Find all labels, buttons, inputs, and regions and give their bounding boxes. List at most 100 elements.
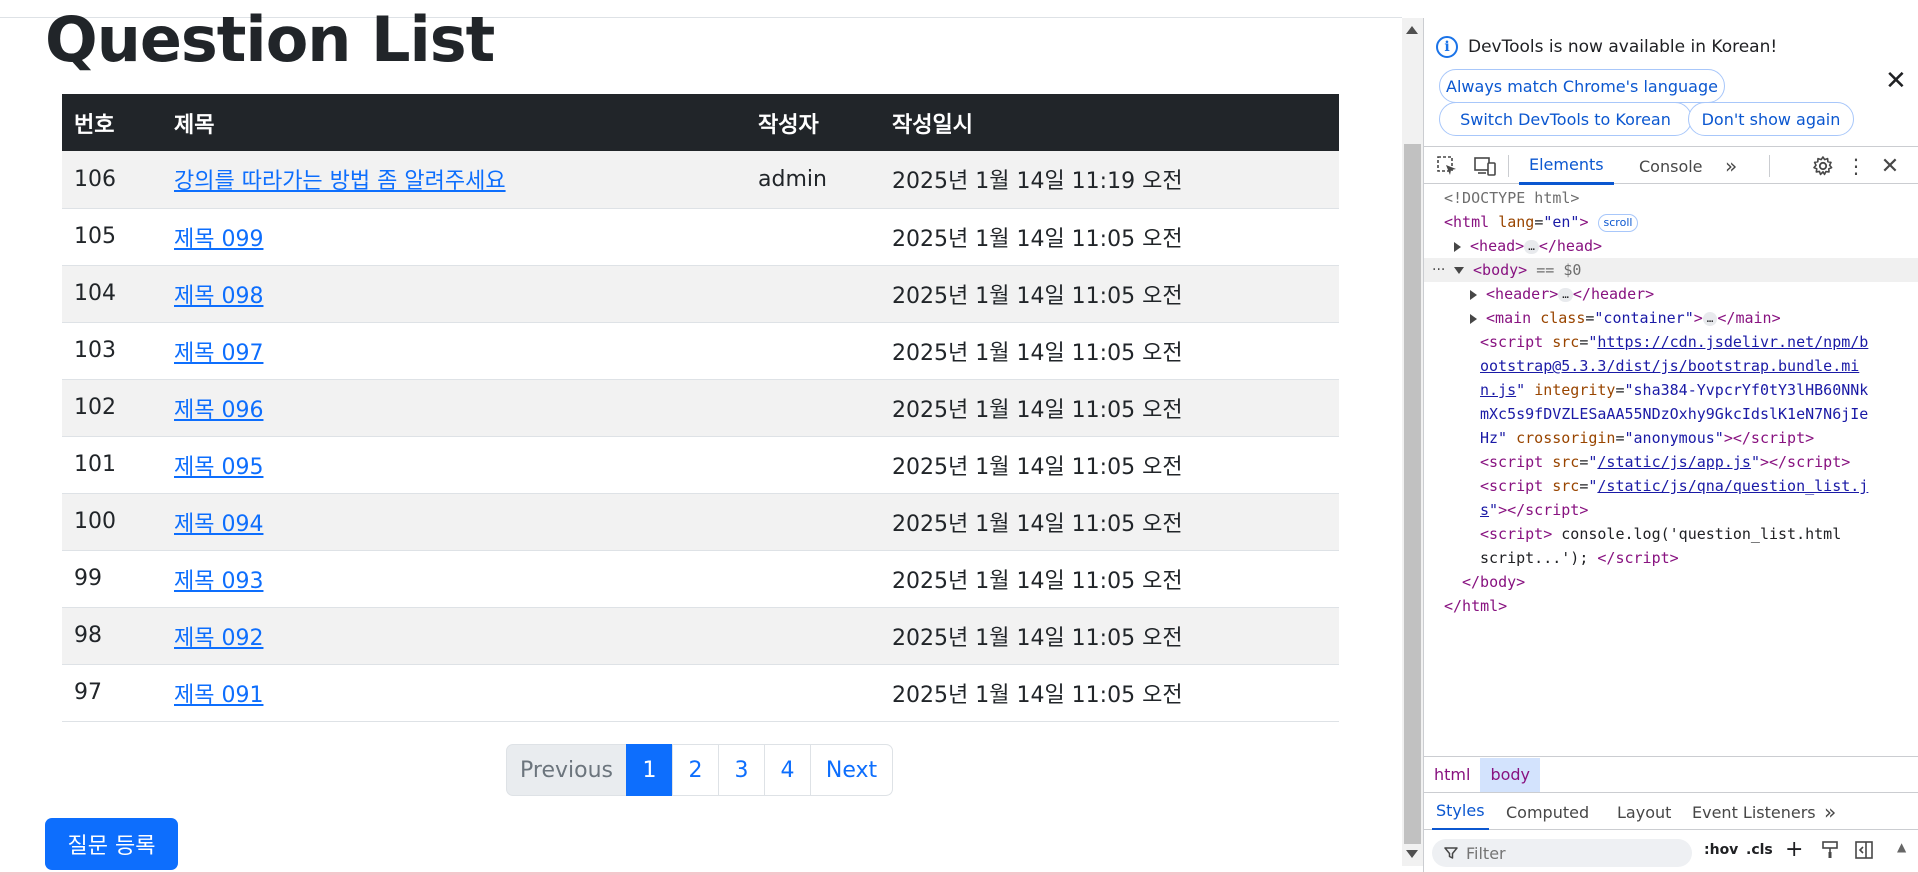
pagination-page-1[interactable]: 1	[626, 744, 673, 796]
more-tabs-icon[interactable]: »	[1719, 147, 1743, 185]
dom-html-close[interactable]: </html>	[1424, 594, 1918, 618]
collapse-triangle-icon[interactable]	[1454, 267, 1464, 274]
question-list-js-link[interactable]: /static/js/qna/question_list.j	[1597, 477, 1868, 495]
html-open-tag: <html	[1444, 213, 1490, 231]
pagination-page-3[interactable]: 3	[718, 744, 765, 796]
row-subject-cell: 제목 098	[162, 265, 746, 323]
row-date: 2025년 1월 14일 11:05 오전	[880, 436, 1339, 494]
pagination-previous[interactable]: Previous	[506, 744, 627, 796]
gear-svg	[1813, 156, 1833, 176]
scroll-badge[interactable]: scroll	[1597, 213, 1639, 232]
tab-event-listeners[interactable]: Event Listeners	[1692, 793, 1816, 831]
register-question-button[interactable]: 질문 등록	[45, 818, 178, 870]
row-number: 100	[62, 493, 162, 551]
dom-script-inline[interactable]: <script> console.log('question_list.html	[1424, 522, 1918, 546]
dom-script-bootstrap[interactable]: <script src="https://cdn.jsdelivr.net/np…	[1424, 330, 1918, 354]
pagination-page-2[interactable]: 2	[672, 744, 719, 796]
doctype-text: <!DOCTYPE html>	[1444, 189, 1580, 207]
row-date: 2025년 1월 14일 11:05 오전	[880, 379, 1339, 437]
bootstrap-src-link[interactable]: https://cdn.jsdelivr.net/npm/b	[1597, 333, 1868, 351]
scroll-up-arrow-icon[interactable]	[1406, 26, 1418, 34]
row-author	[746, 208, 880, 266]
question-link[interactable]: 제목 095	[174, 455, 263, 480]
dom-main-node[interactable]: <main class="container">… </main>	[1424, 306, 1918, 330]
breadcrumb-html[interactable]: html	[1424, 758, 1480, 792]
main-class-attr: class	[1540, 309, 1586, 327]
question-link[interactable]: 제목 096	[174, 398, 263, 423]
hover-state-toggle[interactable]: :hov	[1704, 842, 1738, 858]
dom-header-node[interactable]: <header>… </header>	[1424, 282, 1918, 306]
dom-body-node[interactable]: ··· <body> == $0	[1424, 258, 1918, 282]
dont-show-again-button[interactable]: Don't show again	[1688, 102, 1854, 136]
scrollbar-thumb[interactable]	[1404, 144, 1421, 844]
expand-triangle-icon[interactable]	[1470, 313, 1477, 324]
class-toggle[interactable]: .cls	[1746, 842, 1773, 858]
filter-funnel-icon	[1444, 847, 1458, 859]
tab-layout[interactable]: Layout	[1617, 793, 1671, 831]
switch-to-korean-button[interactable]: Switch DevTools to Korean	[1439, 102, 1692, 136]
expand-triangle-icon[interactable]	[1454, 241, 1461, 252]
device-toolbar-icon[interactable]	[1472, 147, 1498, 185]
styles-filter-input[interactable]	[1466, 843, 1656, 863]
header-author: 작성자	[746, 94, 880, 151]
inspect-svg	[1437, 156, 1456, 175]
always-match-language-button[interactable]: Always match Chrome's language	[1439, 69, 1725, 103]
pagination-page-4[interactable]: 4	[764, 744, 811, 796]
more-options-icon[interactable]: ⋮	[1844, 147, 1868, 185]
inspect-element-icon[interactable]	[1434, 147, 1460, 185]
question-link[interactable]: 강의를 따라가는 방법 좀 알려주세요	[174, 169, 506, 194]
question-link[interactable]: 제목 092	[174, 626, 263, 651]
table-row: 104 제목 098 2025년 1월 14일 11:05 오전	[62, 265, 1339, 323]
bootstrap-src-link-2[interactable]: ootstrap@5.3.3/dist/js/bootstrap.bundle.…	[1480, 357, 1859, 375]
devtools-toolbar: Elements Console » ⋮ ✕	[1424, 146, 1918, 185]
question-link[interactable]: 제목 097	[174, 341, 263, 366]
question-link[interactable]: 제목 091	[174, 683, 263, 708]
new-style-rule-icon[interactable]: +	[1785, 837, 1803, 862]
breadcrumb: html body	[1424, 756, 1918, 792]
tab-computed[interactable]: Computed	[1506, 793, 1589, 831]
dom-doctype[interactable]: <!DOCTYPE html>	[1424, 186, 1918, 210]
question-link[interactable]: 제목 098	[174, 284, 263, 309]
expand-triangle-icon[interactable]	[1470, 289, 1477, 300]
table-row: 103 제목 097 2025년 1월 14일 11:05 오전	[62, 322, 1339, 380]
question-table: 번호 제목 작성자 작성일시 106 강의를 따라가는 방법 좀 알려주세요 a…	[62, 94, 1339, 722]
dom-body-close[interactable]: </body>	[1424, 570, 1918, 594]
breadcrumb-body[interactable]: body	[1480, 757, 1541, 792]
dom-script-bootstrap-cont: ootstrap@5.3.3/dist/js/bootstrap.bundle.…	[1424, 354, 1918, 378]
integrity-value-1: "sha384-YvpcrYf0tY3lHB60NNk	[1624, 381, 1869, 399]
collapsed-ellipsis[interactable]: …	[1524, 239, 1539, 254]
more-styles-tabs-icon[interactable]: »	[1824, 793, 1836, 831]
row-date: 2025년 1월 14일 11:05 오전	[880, 493, 1339, 551]
question-link[interactable]: 제목 099	[174, 227, 263, 252]
paint-brush-icon[interactable]	[1820, 840, 1840, 864]
dom-script-question-list-cont: s"></script>	[1480, 501, 1589, 519]
table-row: 105 제목 099 2025년 1월 14일 11:05 오전	[62, 208, 1339, 266]
scroll-down-arrow-icon[interactable]	[1406, 850, 1418, 858]
bootstrap-src-link-3[interactable]: n.js	[1480, 381, 1516, 399]
tab-elements[interactable]: Elements	[1519, 147, 1614, 185]
dom-html-node[interactable]: <html lang="en"> scroll	[1424, 210, 1918, 234]
close-devtools-icon[interactable]: ✕	[1876, 147, 1904, 185]
question-link[interactable]: 제목 094	[174, 512, 263, 537]
close-notice-icon[interactable]: ✕	[1885, 68, 1907, 94]
pagination-next[interactable]: Next	[810, 744, 893, 796]
dom-head-node[interactable]: <head>… </head>	[1424, 234, 1918, 258]
question-link[interactable]: 제목 093	[174, 569, 263, 594]
question-list-js-link-2[interactable]: s	[1480, 501, 1489, 519]
resize-handle-icon[interactable]: ▲	[1897, 840, 1906, 854]
table-row: 99 제목 093 2025년 1월 14일 11:05 오전	[62, 550, 1339, 608]
dom-script-question-list[interactable]: <script src="/static/js/qna/question_lis…	[1424, 474, 1918, 498]
dom-script-app[interactable]: <script src="/static/js/app.js"></script…	[1424, 450, 1918, 474]
tab-console[interactable]: Console	[1629, 147, 1713, 185]
toggle-sidebar-icon[interactable]	[1854, 840, 1874, 864]
brush-svg	[1822, 841, 1838, 858]
tab-styles[interactable]: Styles	[1432, 793, 1489, 831]
html-lang-attr: lang	[1498, 213, 1535, 231]
collapsed-ellipsis[interactable]: …	[1702, 311, 1718, 326]
app-js-link[interactable]: /static/js/app.js	[1597, 453, 1751, 471]
collapsed-ellipsis[interactable]: …	[1558, 287, 1573, 302]
settings-gear-icon[interactable]	[1809, 147, 1837, 185]
node-actions-icon[interactable]: ···	[1432, 258, 1445, 282]
row-subject-cell: 제목 091	[162, 664, 746, 722]
page-scrollbar[interactable]	[1402, 18, 1423, 866]
